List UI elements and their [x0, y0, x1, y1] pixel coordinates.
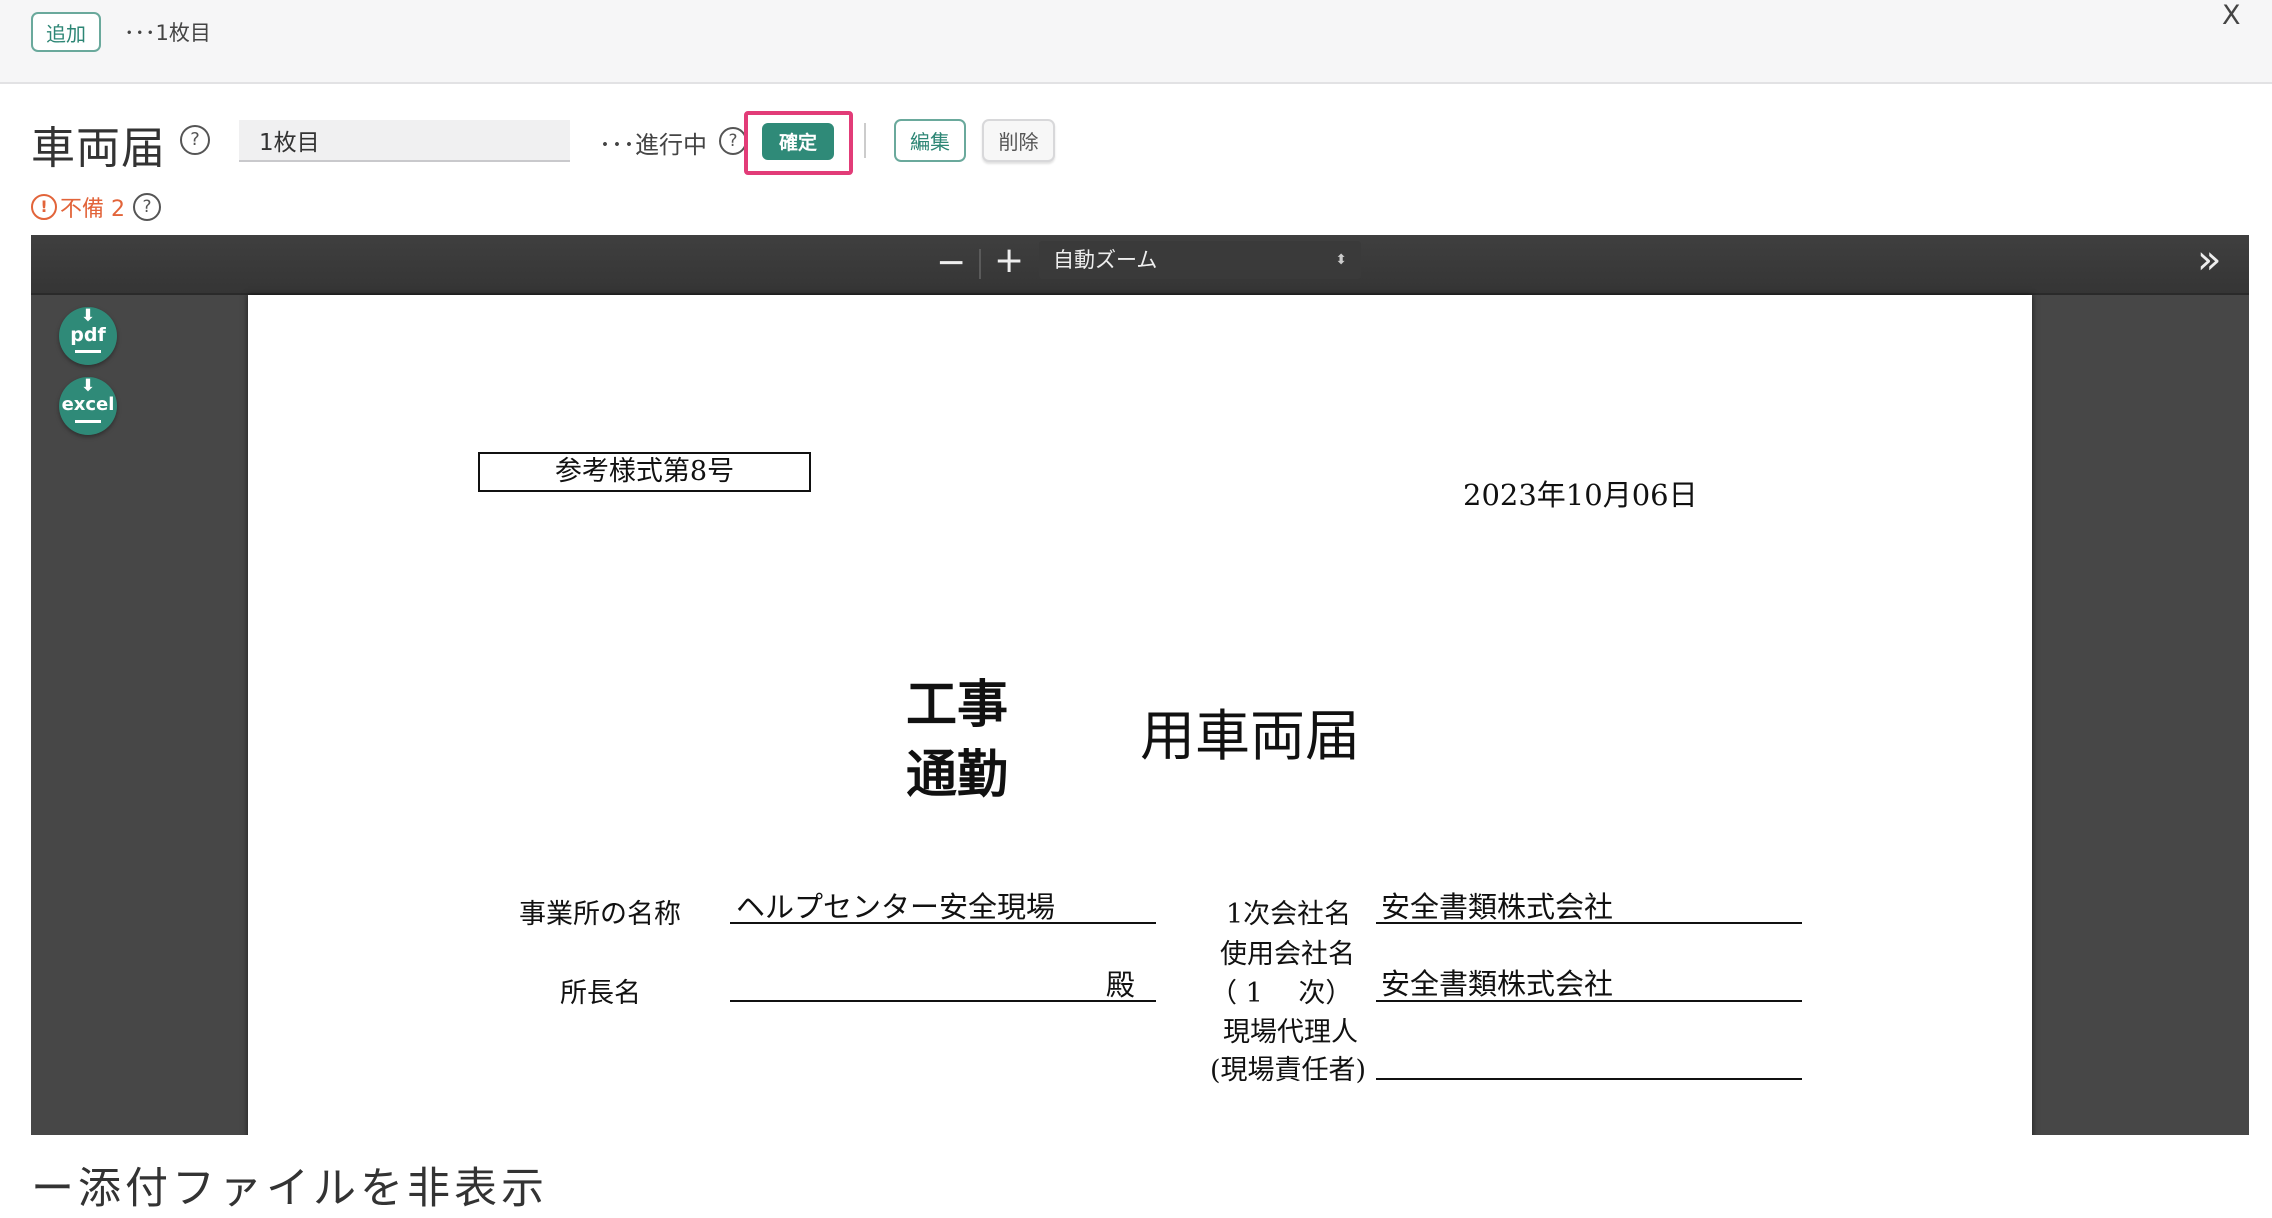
- zoom-select[interactable]: 自動ズーム ⬍: [1039, 241, 1361, 279]
- delete-button[interactable]: 削除: [982, 119, 1055, 162]
- document-kind-commute: 通勤: [906, 746, 1009, 805]
- pdf-viewer: − + 自動ズーム ⬍ » ⬇ pdf ⬇ excel 参考様式第8号 2023…: [31, 235, 2249, 1135]
- zoom-select-value: 自動ズーム: [1053, 248, 1158, 272]
- divider: [864, 123, 866, 158]
- status-help-icon[interactable]: ?: [719, 127, 747, 155]
- title-help-icon[interactable]: ?: [180, 125, 210, 155]
- document-kind-construction: 工事: [906, 676, 1009, 735]
- excel-download-label: excel: [61, 394, 115, 415]
- status-label: ･･･進行中: [599, 131, 707, 159]
- viewer-toolbar: − + 自動ズーム ⬍ »: [31, 235, 2249, 295]
- deficiency-help-icon[interactable]: ?: [133, 193, 161, 221]
- page-title: 車両届: [31, 123, 166, 174]
- add-button[interactable]: 追加: [31, 12, 101, 52]
- primary-company-line: [1376, 922, 1802, 924]
- zoom-in-button[interactable]: +: [994, 240, 1024, 281]
- office-name-value: ヘルプセンター安全現場: [736, 890, 1056, 924]
- download-bar-icon: [75, 420, 101, 423]
- edit-button[interactable]: 編集: [894, 119, 966, 162]
- sheet-indicator: ･･･1枚目: [124, 21, 211, 45]
- document-date: 2023年10月06日: [1463, 478, 1698, 512]
- manager-name-label: 所長名: [560, 978, 641, 1009]
- user-company-tier: （ 1 次）: [1210, 978, 1353, 1009]
- primary-company-value: 安全書類株式会社: [1381, 890, 1614, 924]
- office-name-label: 事業所の名称: [519, 899, 681, 930]
- user-company-line: [1376, 1000, 1802, 1002]
- excel-download-button[interactable]: ⬇ excel: [59, 377, 117, 435]
- document-page: 参考様式第8号 2023年10月06日 工事 通勤 用車両届 事業所の名称 ヘル…: [248, 295, 2032, 1135]
- select-arrows-icon: ⬍: [1335, 252, 1347, 268]
- site-supervisor-label: (現場責任者): [1210, 1055, 1367, 1086]
- office-name-line: [730, 922, 1156, 924]
- deficiency-count[interactable]: 不備 2: [60, 191, 125, 223]
- site-agent-line: [1376, 1078, 1802, 1080]
- manager-honorific: 殿: [1106, 968, 1136, 1002]
- pdf-download-button[interactable]: ⬇ pdf: [59, 307, 117, 365]
- user-company-value: 安全書類株式会社: [1381, 967, 1614, 1001]
- document-title: 用車両届: [1140, 704, 1361, 768]
- warning-icon: !: [31, 194, 57, 220]
- sheet-name-input[interactable]: [239, 120, 570, 162]
- hide-attachments-toggle[interactable]: ー添付ファイルを非表示: [31, 1154, 548, 1216]
- confirm-button[interactable]: 確定: [762, 123, 834, 160]
- site-agent-label: 現場代理人: [1223, 1017, 1358, 1048]
- top-bar: 追加 ･･･1枚目 X: [0, 0, 2272, 84]
- primary-company-label: 1次会社名: [1226, 899, 1352, 930]
- download-bar-icon: [75, 350, 101, 353]
- form-number: 参考様式第8号: [478, 452, 811, 492]
- toolbar-divider: [979, 249, 981, 279]
- user-company-label: 使用会社名: [1220, 939, 1355, 970]
- manager-name-line: [730, 1000, 1156, 1002]
- sidebar-toggle-icon[interactable]: »: [2197, 237, 2221, 283]
- zoom-out-button[interactable]: −: [936, 242, 966, 283]
- pdf-download-label: pdf: [70, 324, 106, 346]
- close-button[interactable]: X: [2222, 0, 2241, 31]
